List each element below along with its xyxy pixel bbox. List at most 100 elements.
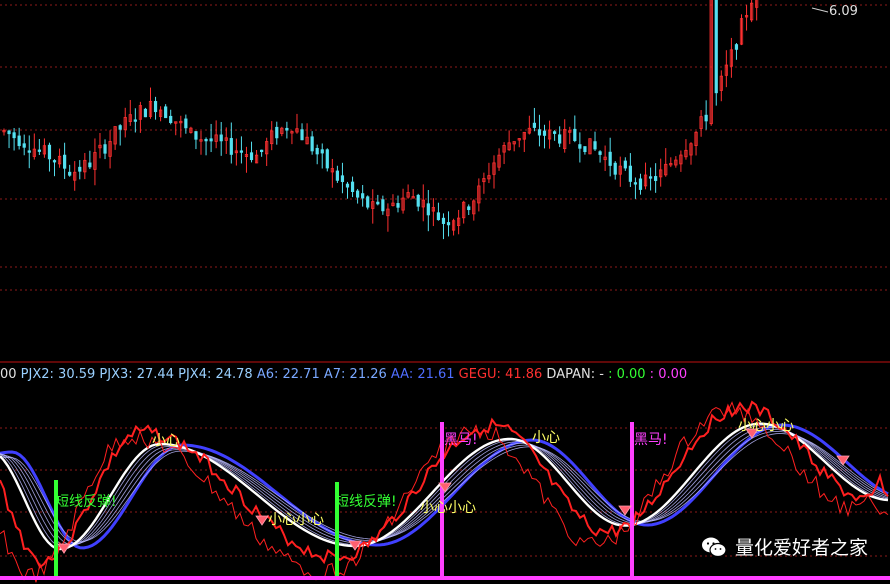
candle-body xyxy=(537,129,542,136)
candle-body xyxy=(396,203,400,208)
candle-body xyxy=(704,114,708,122)
candle-body xyxy=(633,182,638,185)
candle-body xyxy=(275,126,279,139)
legend-item: A6: 22.71 xyxy=(252,367,320,382)
candle-body xyxy=(78,166,82,172)
candle-body xyxy=(573,128,577,142)
candle-body xyxy=(381,199,385,212)
candle-body xyxy=(542,130,547,136)
indicator-legend: 00 PJX2: 30.59 PJX3: 27.44 PJX4: 24.78 A… xyxy=(0,366,687,384)
candle-body xyxy=(355,190,360,198)
legend-item: A7: 21.26 xyxy=(319,367,387,382)
candle-body xyxy=(184,118,188,129)
candle-body xyxy=(628,165,632,182)
candle-body xyxy=(17,135,21,147)
candle-body xyxy=(598,151,602,155)
candle-body xyxy=(467,206,471,211)
candle-body xyxy=(578,144,582,149)
signal-label: 短线反弹! xyxy=(335,494,397,510)
legend-item: GEGU: 41.86 xyxy=(454,367,543,382)
candle-body xyxy=(310,136,314,152)
candle-body xyxy=(194,131,198,140)
price-grid xyxy=(0,4,890,291)
candle-body xyxy=(436,212,441,221)
legend-item: DAPAN: - xyxy=(542,367,609,382)
candle-body xyxy=(37,149,41,152)
price-candles xyxy=(2,0,759,240)
candle-body xyxy=(714,0,718,94)
legend-item: PJX2: 30.59 xyxy=(16,367,96,382)
peak-pointer xyxy=(811,7,829,13)
legend-item: : 0.00 xyxy=(645,367,688,382)
candle-body xyxy=(654,176,658,181)
stock-chart: 6.09 短线反弹! 短线反弹!黑马! 黑马!小心 小心小心小心小心小心小心小心 xyxy=(0,0,890,583)
watermark-text: 量化爱好者之家 xyxy=(734,537,868,559)
candle-body xyxy=(68,171,72,176)
candle-body xyxy=(239,150,244,153)
candle-body xyxy=(623,160,627,169)
candle-body xyxy=(608,151,612,166)
legend-item: AA: 21.61 xyxy=(386,367,455,382)
candle-body xyxy=(366,196,370,208)
signal-label: 小心小心 xyxy=(268,512,324,528)
candle-body xyxy=(103,144,107,154)
candle-body xyxy=(204,138,208,142)
candle-body xyxy=(734,44,739,50)
candle-body xyxy=(63,154,67,169)
legend-item: PJX4: 24.78 xyxy=(173,367,253,382)
candle-body xyxy=(315,147,319,155)
candle-body xyxy=(285,127,289,131)
candle-body xyxy=(345,183,350,188)
signal-label: 小心 xyxy=(152,433,180,449)
candle-body xyxy=(350,181,355,192)
signal-label: 小心 xyxy=(532,430,560,446)
candle-body xyxy=(229,138,233,155)
candle-body xyxy=(164,106,168,119)
legend-item: : 0.00 xyxy=(608,367,646,382)
candle-body xyxy=(47,144,52,160)
candle-body xyxy=(376,201,380,205)
candle-body xyxy=(613,162,617,175)
candle-body xyxy=(553,131,557,134)
candle-body xyxy=(52,160,57,163)
legend-item: PJX3: 27.44 xyxy=(95,367,174,382)
candle-body xyxy=(27,150,31,153)
candle-body xyxy=(209,138,213,142)
candle-body xyxy=(300,129,304,141)
candle-body xyxy=(133,119,137,122)
signal-label: 短线反弹! xyxy=(55,494,117,510)
bottom-band xyxy=(0,576,890,580)
candle-body xyxy=(88,162,92,168)
candle-body xyxy=(143,108,148,118)
candle-body xyxy=(260,149,264,153)
watermark: 量化爱好者之家 xyxy=(701,533,868,560)
candle-body xyxy=(446,222,451,226)
peak-price-label: 6.09 xyxy=(829,4,858,19)
candle-body xyxy=(153,101,158,113)
candle-body xyxy=(593,141,597,150)
candle-body xyxy=(416,194,420,207)
candle-body xyxy=(7,130,11,135)
legend-item: 00 xyxy=(0,367,17,382)
candle-body xyxy=(335,170,339,181)
candle-body xyxy=(325,149,329,169)
candle-body xyxy=(12,132,16,139)
candle-body xyxy=(441,217,446,224)
signal-label: 黑马! xyxy=(444,432,478,448)
candle-body xyxy=(118,125,122,130)
candle-body xyxy=(426,203,430,216)
signal-label: 小心小心 xyxy=(738,418,794,434)
candle-body xyxy=(340,175,345,183)
candle-body xyxy=(558,134,562,144)
candle-body xyxy=(169,115,173,123)
signal-label: 小心小心 xyxy=(420,500,476,516)
candle-body xyxy=(361,193,365,199)
candle-body xyxy=(320,149,324,154)
candle-body xyxy=(638,178,643,190)
peak-marker: 6.09 xyxy=(811,4,858,19)
candle-body xyxy=(648,176,653,179)
candle-body xyxy=(22,143,26,148)
candle-body xyxy=(219,134,223,142)
candle-body xyxy=(532,122,537,128)
candle-body xyxy=(583,146,587,153)
